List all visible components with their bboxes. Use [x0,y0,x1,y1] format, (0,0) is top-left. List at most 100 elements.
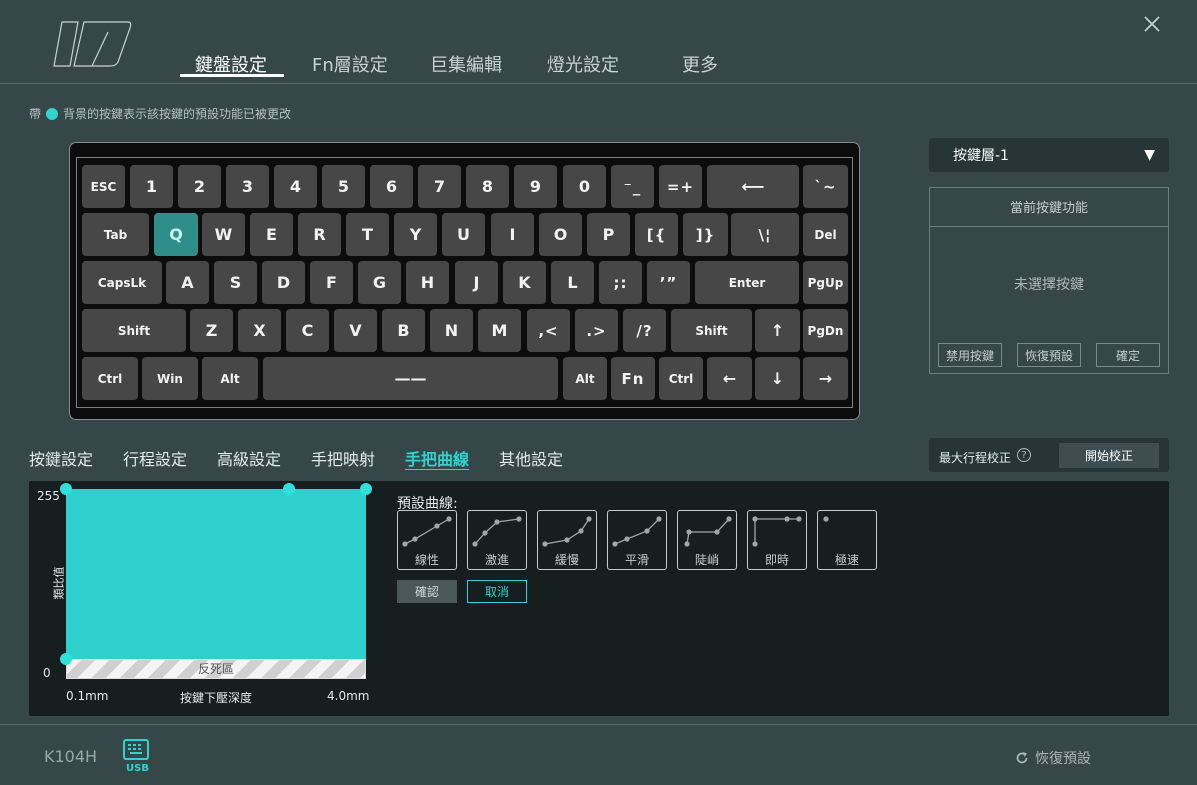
key-shift[interactable]: Shift [671,309,752,352]
key-7[interactable]: 7 [418,165,461,208]
subtab-gamepad-mapping[interactable]: 手把映射 [311,446,375,470]
key-4[interactable]: 4 [274,165,317,208]
curve-handle-top-left[interactable] [60,483,72,495]
tab-more[interactable]: 更多 [682,51,718,77]
subtab-other-settings[interactable]: 其他設定 [499,446,563,470]
key-2[interactable]: 2 [178,165,221,208]
key-j[interactable]: J [455,261,498,304]
key-r4c8[interactable]: ↓ [755,357,800,400]
key-i[interactable]: I [491,213,534,256]
key-c[interactable]: C [286,309,329,352]
key-ctrl[interactable]: Ctrl [659,357,703,400]
key-b[interactable]: B [382,309,425,352]
curve-handle-top-right[interactable] [360,483,372,495]
key-d[interactable]: D [262,261,305,304]
key-v[interactable]: V [334,309,377,352]
key-q[interactable]: Q [154,213,198,256]
preset-aggressive[interactable]: 激進 [467,510,527,570]
help-icon[interactable]: ? [1017,448,1031,462]
key-8[interactable]: 8 [466,165,509,208]
preset-steep[interactable]: 陡峭 [677,510,737,570]
key-pgdn[interactable]: PgDn [803,309,848,352]
key-0[interactable]: 0 [563,165,606,208]
key-r[interactable]: R [298,213,341,256]
preset-slow[interactable]: 緩慢 [537,510,597,570]
key-e[interactable]: E [250,213,293,256]
key-space[interactable]: —— [263,357,558,400]
key-6[interactable]: 6 [370,165,413,208]
key-w[interactable]: W [202,213,245,256]
key-h[interactable]: H [406,261,449,304]
curve-handle-top-middle[interactable] [283,483,295,495]
key-a[interactable]: A [166,261,209,304]
key-win[interactable]: Win [142,357,198,400]
key-l[interactable]: L [551,261,594,304]
subtab-key-settings[interactable]: 按鍵設定 [29,446,93,470]
key-r3c9[interactable]: .> [575,309,618,352]
key-z[interactable]: Z [190,309,233,352]
layer-select[interactable]: 按鍵層-1 ▼ [929,138,1169,172]
preset-smooth[interactable]: 平滑 [607,510,667,570]
tab-macro-editor[interactable]: 巨集編輯 [430,51,502,77]
confirm-key-button[interactable]: 確定 [1096,343,1160,367]
key-r0c14[interactable]: `~ [803,165,848,208]
key-m[interactable]: M [478,309,521,352]
key-tab[interactable]: Tab [82,213,149,256]
key-p[interactable]: P [587,213,630,256]
key-capslock[interactable]: CapsLk [82,261,162,304]
preset-instant[interactable]: 即時 [747,510,807,570]
key-alt[interactable]: Alt [563,357,607,400]
key-y[interactable]: Y [394,213,437,256]
key-r3c8[interactable]: ,< [527,309,570,352]
key-r4c7[interactable]: ← [707,357,752,400]
restore-defaults-button[interactable]: 恢復預設 [1015,748,1091,768]
key-pgup[interactable]: PgUp [803,261,848,304]
key-shift[interactable]: Shift [82,309,186,352]
confirm-curve-button[interactable]: 確認 [397,580,457,603]
tab-fn-layer-settings[interactable]: Fn層設定 [312,51,388,77]
key-x[interactable]: X [238,309,281,352]
key-k[interactable]: K [503,261,546,304]
tab-lighting-settings[interactable]: 燈光設定 [547,51,619,77]
subtab-gamepad-curve[interactable]: 手把曲線 [405,446,469,470]
key-r0c13[interactable]: ⟵ [707,165,799,208]
key-o[interactable]: O [539,213,582,256]
key-r3c12[interactable]: ↑ [755,309,800,352]
key-esc[interactable]: ESC [82,165,125,208]
key-r1c11[interactable]: [{ [635,213,678,256]
key-r4c9[interactable]: → [803,357,848,400]
preset-ultrafast[interactable]: 極速 [817,510,877,570]
start-calibration-button[interactable]: 開始校正 [1059,443,1159,468]
key-r1c13[interactable]: \¦ [731,213,799,256]
key-3[interactable]: 3 [226,165,269,208]
key-r3c10[interactable]: /? [623,309,666,352]
close-icon[interactable] [1142,14,1162,34]
restore-default-key-button[interactable]: 恢復預設 [1017,343,1081,367]
key-r2c11[interactable]: ’” [647,261,690,304]
key-f[interactable]: F [310,261,353,304]
key-r0c11[interactable]: ⁻_ [611,165,654,208]
key-1[interactable]: 1 [130,165,173,208]
subtab-advanced-settings[interactable]: 高級設定 [217,446,281,470]
key-n[interactable]: N [430,309,473,352]
key-g[interactable]: G [358,261,401,304]
key-s[interactable]: S [214,261,257,304]
key-del[interactable]: Del [803,213,848,256]
key-9[interactable]: 9 [514,165,557,208]
preset-linear[interactable]: 線性 [397,510,457,570]
disable-key-button[interactable]: 禁用按鍵 [938,343,1002,367]
key-alt[interactable]: Alt [202,357,258,400]
key-5[interactable]: 5 [322,165,365,208]
key-r0c12[interactable]: =+ [659,165,702,208]
key-fn[interactable]: Fn [611,357,655,400]
key-u[interactable]: U [442,213,485,256]
key-ctrl[interactable]: Ctrl [82,357,138,400]
key-r2c10[interactable]: ;: [599,261,642,304]
key-t[interactable]: T [346,213,389,256]
curve-handle-bottom-left[interactable] [60,653,72,665]
key-r1c12[interactable]: ]} [683,213,728,256]
key-enter[interactable]: Enter [695,261,799,304]
curve-area[interactable] [66,489,366,659]
cancel-curve-button[interactable]: 取消 [467,580,527,603]
subtab-travel-settings[interactable]: 行程設定 [123,446,187,470]
